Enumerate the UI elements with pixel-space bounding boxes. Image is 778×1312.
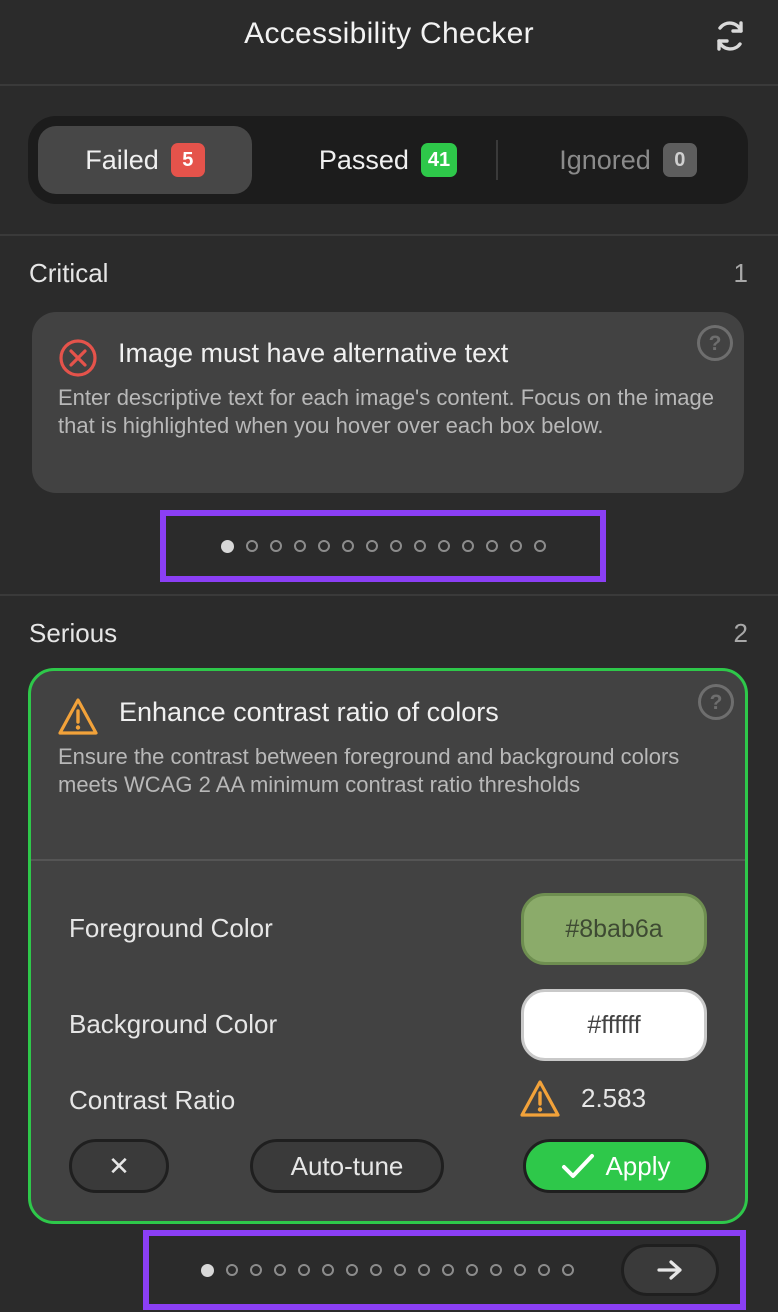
tab-ignored[interactable]: Ignored 0 <box>518 126 738 194</box>
apply-button[interactable]: Apply <box>523 1139 709 1193</box>
pagination-dot[interactable] <box>509 540 522 552</box>
divider <box>0 234 778 236</box>
pagination-dot[interactable] <box>461 540 474 552</box>
pagination-dot[interactable] <box>346 1264 358 1276</box>
error-circle-icon <box>58 338 98 378</box>
help-icon[interactable]: ? <box>696 324 734 362</box>
pagination-dot[interactable] <box>562 1264 574 1276</box>
passed-count-badge: 41 <box>420 143 458 177</box>
pagination-dot[interactable] <box>437 540 450 552</box>
pagination-dot[interactable] <box>514 1264 526 1276</box>
auto-tune-button[interactable]: Auto-tune <box>250 1139 444 1193</box>
pagination-dots <box>201 1263 574 1277</box>
section-count-serious: 2 <box>733 618 748 648</box>
pagination-dot[interactable] <box>341 540 354 552</box>
tab-failed[interactable]: Failed 5 <box>38 126 252 194</box>
failed-count-badge: 5 <box>170 143 205 177</box>
pagination-dot[interactable] <box>269 540 282 552</box>
page-title: Accessibility Checker <box>244 17 534 50</box>
pagination-dot[interactable] <box>394 1264 406 1276</box>
foreground-color-label: Foreground Color <box>69 913 273 943</box>
header-bar: Accessibility Checker <box>0 0 778 86</box>
section-title-critical: Critical <box>29 258 109 288</box>
status-tabs: Failed 5 Passed 41 Ignored 0 <box>28 116 748 204</box>
critical-pagination <box>160 510 606 582</box>
fix-panel: Foreground Color #8bab6a Background Colo… <box>31 859 745 1193</box>
pagination-dot[interactable] <box>322 1264 334 1276</box>
section-count-critical: 1 <box>733 258 748 288</box>
ignored-count-badge: 0 <box>662 143 697 177</box>
pagination-dot[interactable] <box>490 1264 502 1276</box>
tab-failed-label: Failed <box>85 144 159 175</box>
pagination-dot[interactable] <box>533 540 546 552</box>
pagination-dots <box>220 539 546 553</box>
svg-text:?: ? <box>710 691 723 714</box>
tab-ignored-label: Ignored <box>559 144 651 175</box>
pagination-dot[interactable] <box>466 1264 478 1276</box>
refresh-icon[interactable] <box>712 18 748 54</box>
tab-passed[interactable]: Passed 41 <box>278 126 498 194</box>
warning-triangle-icon <box>519 1079 561 1119</box>
pagination-dot[interactable] <box>538 1264 550 1276</box>
issue-description: Ensure the contrast between foreground a… <box>58 744 680 797</box>
contrast-ratio-value: 2.583 <box>581 1083 647 1113</box>
pagination-dot[interactable] <box>226 1264 238 1276</box>
pagination-dot[interactable] <box>485 540 498 552</box>
tab-passed-label: Passed <box>318 144 409 175</box>
issue-description: Enter descriptive text for each image's … <box>58 385 714 438</box>
pagination-dot[interactable] <box>389 540 402 552</box>
pagination-dot[interactable] <box>413 540 426 552</box>
background-color-label: Background Color <box>69 1009 278 1039</box>
help-icon[interactable]: ? <box>697 683 735 721</box>
issue-card-contrast[interactable]: Enhance contrast ratio of colors ? Ensur… <box>28 668 748 1224</box>
pagination-dot[interactable] <box>442 1264 454 1276</box>
pagination-dot[interactable] <box>298 1264 310 1276</box>
foreground-color-swatch[interactable]: #8bab6a <box>521 893 707 965</box>
pagination-dot[interactable] <box>220 539 234 553</box>
checkmark-icon <box>562 1154 595 1178</box>
pagination-dot[interactable] <box>274 1264 286 1276</box>
dismiss-button[interactable]: ✕ <box>69 1139 169 1193</box>
pagination-dot[interactable] <box>201 1263 214 1277</box>
svg-text:?: ? <box>709 332 722 355</box>
arrow-right-icon <box>657 1260 682 1280</box>
warning-triangle-icon <box>57 697 98 737</box>
serious-pagination <box>143 1230 746 1310</box>
divider <box>0 594 778 596</box>
issue-card-alt-text[interactable]: Image must have alternative text ? Enter… <box>32 312 744 493</box>
background-color-swatch[interactable]: #ffffff <box>521 989 707 1061</box>
pagination-dot[interactable] <box>370 1264 382 1276</box>
issue-title: Enhance contrast ratio of colors <box>119 697 499 727</box>
pagination-dot[interactable] <box>250 1264 262 1276</box>
pagination-dot[interactable] <box>418 1264 430 1276</box>
pagination-dot[interactable] <box>293 540 306 552</box>
section-title-serious: Serious <box>29 618 118 648</box>
apply-button-label: Apply <box>605 1150 671 1181</box>
pagination-dot[interactable] <box>245 540 258 552</box>
issue-title: Image must have alternative text <box>118 338 509 368</box>
pagination-dot[interactable] <box>317 540 330 552</box>
contrast-ratio-label: Contrast Ratio <box>69 1085 236 1115</box>
tab-divider <box>496 140 498 180</box>
pagination-dot[interactable] <box>365 540 378 552</box>
next-button[interactable] <box>621 1244 719 1296</box>
